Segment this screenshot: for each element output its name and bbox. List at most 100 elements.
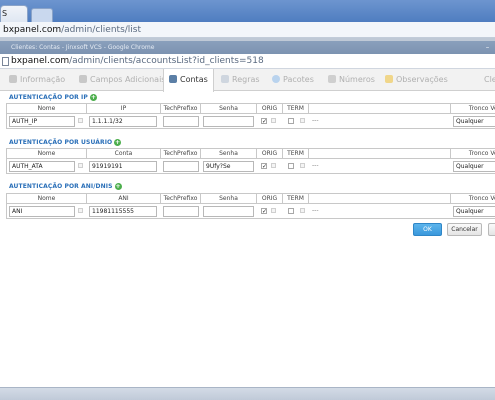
col-blank bbox=[309, 104, 451, 114]
col-techprefixo: TechPrefixo bbox=[161, 149, 201, 159]
term-small-box[interactable] bbox=[300, 118, 305, 123]
tronco-voip-select[interactable]: Qualquer bbox=[453, 206, 495, 217]
placeholder-dash: --- bbox=[312, 117, 319, 124]
term-checkbox[interactable] bbox=[288, 118, 294, 124]
col-conta: Conta bbox=[87, 149, 161, 159]
orig-small-box[interactable] bbox=[271, 163, 276, 168]
senha-input[interactable]: 9Ufy?Se bbox=[203, 161, 254, 172]
conta-input[interactable]: 91919191 bbox=[89, 161, 157, 172]
section-title-ani: AUTENTICAÇÃO POR ANI/DNIS + bbox=[9, 183, 122, 190]
taskbar bbox=[0, 387, 495, 400]
col-orig: ORIG bbox=[257, 194, 283, 204]
popup-titlebar[interactable]: Clientes: Contas - Jinxsoft VCS - Google… bbox=[0, 41, 495, 54]
tab-regras[interactable]: Regras bbox=[221, 69, 260, 91]
col-term: TERM bbox=[283, 194, 309, 204]
term-small-box[interactable] bbox=[300, 163, 305, 168]
orig-small-box[interactable] bbox=[271, 118, 276, 123]
senha-input[interactable] bbox=[203, 116, 254, 127]
rules-icon bbox=[221, 75, 229, 83]
outer-address-bar[interactable]: bxpanel.com/admin/clients/list bbox=[0, 22, 495, 38]
popup-url-domain: bxpanel.com bbox=[11, 56, 70, 66]
tronco-voip-select[interactable]: Qualquer bbox=[453, 161, 495, 172]
page-icon bbox=[2, 57, 9, 66]
add-icon[interactable]: + bbox=[89, 94, 97, 101]
term-checkbox[interactable] bbox=[288, 163, 294, 169]
nome-toggle[interactable] bbox=[78, 118, 83, 123]
col-nome: Nome bbox=[7, 149, 87, 159]
add-icon[interactable]: + bbox=[114, 139, 122, 146]
auth-ani-table: Nome ANI TechPrefixo Senha ORIG TERM Tro… bbox=[6, 193, 495, 219]
accounts-icon bbox=[169, 75, 177, 83]
tab-label: Regras bbox=[232, 75, 260, 84]
outer-url-path: /admin/clients/list bbox=[61, 25, 142, 35]
ani-input[interactable]: 11981115555 bbox=[89, 206, 157, 217]
ok-button[interactable]: OK bbox=[413, 223, 442, 236]
new-tab-button[interactable] bbox=[31, 8, 53, 22]
table-header: Nome ANI TechPrefixo Senha ORIG TERM Tro… bbox=[7, 194, 495, 204]
tab-observacoes[interactable]: Observações bbox=[385, 69, 448, 91]
orig-checkbox[interactable]: ✓ bbox=[261, 118, 267, 125]
term-checkbox[interactable] bbox=[288, 208, 294, 214]
add-icon[interactable]: + bbox=[114, 183, 122, 190]
popup-minimize-icon[interactable]: – bbox=[483, 43, 492, 52]
placeholder-dash: --- bbox=[312, 162, 319, 169]
col-nome: Nome bbox=[7, 194, 87, 204]
techprefixo-input[interactable] bbox=[163, 161, 199, 172]
col-techprefixo: TechPrefixo bbox=[161, 104, 201, 114]
browser-tab[interactable]: S bbox=[0, 5, 28, 22]
tab-campos-adicionais[interactable]: Campos Adicionais bbox=[79, 69, 165, 91]
col-senha: Senha bbox=[201, 149, 257, 159]
nome-input[interactable]: ANI bbox=[9, 206, 75, 217]
tab-informacao[interactable]: Informação bbox=[9, 69, 65, 91]
table-row: AUTH_IP 1.1.1.1/32 ✓ --- Qualquer bbox=[7, 114, 495, 128]
extra-button[interactable] bbox=[488, 223, 495, 236]
table-row: ANI 11981115555 ✓ --- Qualquer bbox=[7, 204, 495, 218]
col-senha: Senha bbox=[201, 104, 257, 114]
ip-input[interactable]: 1.1.1.1/32 bbox=[89, 116, 157, 127]
orig-checkbox[interactable]: ✓ bbox=[261, 163, 267, 170]
tab-label: Cle bbox=[484, 75, 495, 84]
person-icon bbox=[9, 75, 17, 83]
col-tronco-voip: Tronco VoIP bbox=[468, 195, 495, 202]
tab-numeros[interactable]: Números bbox=[328, 69, 375, 91]
techprefixo-input[interactable] bbox=[163, 206, 199, 217]
col-orig: ORIG bbox=[257, 149, 283, 159]
popup-title: Clientes: Contas - Jinxsoft VCS - Google… bbox=[11, 44, 155, 51]
tab-label: Observações bbox=[396, 75, 448, 84]
orig-small-box[interactable] bbox=[271, 208, 276, 213]
col-tronco-voip: Tronco VoIP bbox=[468, 105, 495, 112]
tab-contas[interactable]: Contas bbox=[163, 69, 214, 92]
nome-input[interactable]: AUTH_IP bbox=[9, 116, 75, 127]
table-header: Nome IP TechPrefixo Senha ORIG TERM Tron… bbox=[7, 104, 495, 114]
tab-label: Campos Adicionais bbox=[90, 75, 166, 84]
col-term: TERM bbox=[283, 149, 309, 159]
tronco-voip-select[interactable]: Qualquer bbox=[453, 116, 495, 127]
tab-label: Contas bbox=[180, 75, 208, 84]
orig-checkbox[interactable]: ✓ bbox=[261, 208, 267, 215]
col-techprefixo: TechPrefixo bbox=[161, 194, 201, 204]
auth-user-table: Nome Conta TechPrefixo Senha ORIG TERM T… bbox=[6, 148, 495, 174]
table-row: AUTH_ATA 91919191 9Ufy?Se ✓ --- Qualquer bbox=[7, 159, 495, 173]
col-nome: Nome bbox=[7, 104, 87, 114]
col-term: TERM bbox=[283, 104, 309, 114]
cancel-button[interactable]: Cancelar bbox=[447, 223, 482, 236]
col-ip: IP bbox=[87, 104, 161, 114]
nome-toggle[interactable] bbox=[78, 163, 83, 168]
browser-tabstrip: S bbox=[0, 0, 495, 22]
client-tabs: Informação Campos Adicionais Contas Regr… bbox=[0, 69, 495, 92]
col-orig: ORIG bbox=[257, 104, 283, 114]
list-icon bbox=[79, 75, 87, 83]
term-small-box[interactable] bbox=[300, 208, 305, 213]
senha-input[interactable] bbox=[203, 206, 254, 217]
placeholder-dash: --- bbox=[312, 207, 319, 214]
techprefixo-input[interactable] bbox=[163, 116, 199, 127]
nome-toggle[interactable] bbox=[78, 208, 83, 213]
section-title-text: AUTENTICAÇÃO POR ANI/DNIS bbox=[9, 183, 113, 190]
tab-cle[interactable]: Cle bbox=[484, 69, 495, 91]
package-icon bbox=[272, 75, 280, 83]
popup-address-bar[interactable]: bxpanel.com/admin/clients/accountsList?i… bbox=[0, 54, 495, 69]
outer-url-domain: bxpanel.com bbox=[3, 25, 62, 35]
nome-input[interactable]: AUTH_ATA bbox=[9, 161, 75, 172]
auth-ip-table: Nome IP TechPrefixo Senha ORIG TERM Tron… bbox=[6, 103, 495, 129]
tab-pacotes[interactable]: Pacotes bbox=[272, 69, 314, 91]
